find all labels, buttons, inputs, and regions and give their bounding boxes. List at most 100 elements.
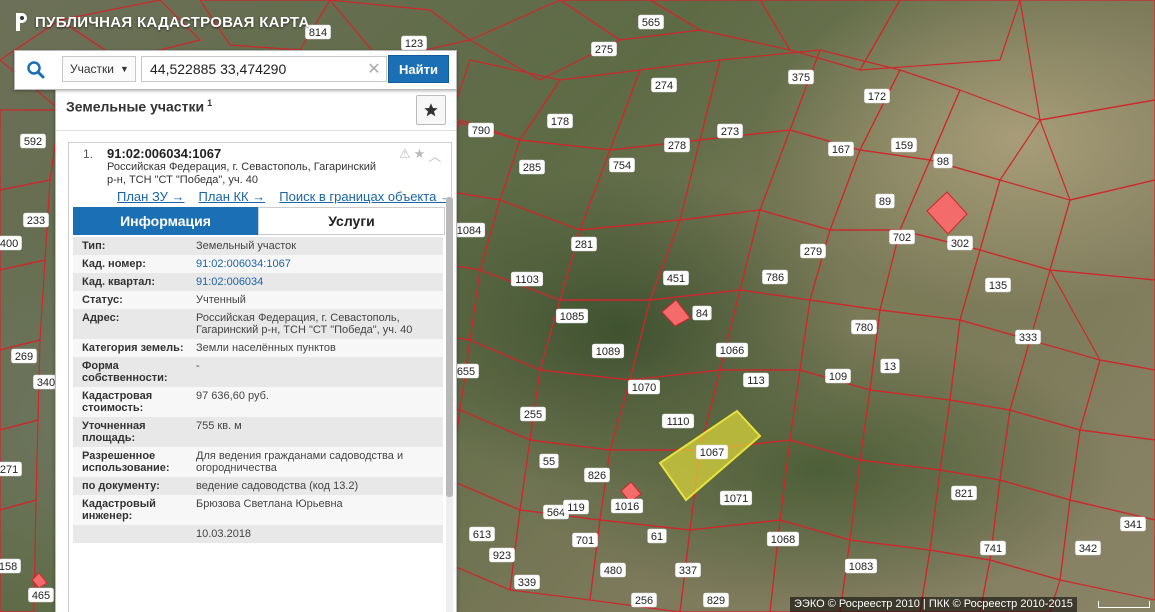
parcel-number-label: 339 (514, 574, 540, 590)
search-type-select[interactable]: Участки ▼ (62, 56, 136, 82)
search-in-bounds-link[interactable]: Поиск в границах объекта → (279, 189, 453, 204)
parcel-boundary[interactable] (459, 339, 541, 441)
parcel-boundary[interactable] (989, 479, 1071, 581)
parcel-boundary[interactable] (449, 409, 531, 511)
star-icon[interactable]: ★ (414, 146, 426, 165)
find-button[interactable]: Найти (388, 55, 449, 83)
parcel-number-label: 702 (889, 229, 915, 245)
parcel-number-label: 285 (519, 159, 545, 175)
parcel-boundary[interactable] (559, 219, 681, 301)
parcel-boundary[interactable] (558, 0, 702, 41)
tab-services[interactable]: Услуги (258, 207, 445, 235)
attribute-key: Адрес: (82, 312, 120, 324)
parcel-number-text: 1067 (700, 447, 724, 459)
search-icon[interactable] (15, 51, 57, 89)
parcel-number-text: 821 (955, 488, 973, 500)
logo-icon (13, 11, 29, 33)
parcel-boundary[interactable] (579, 139, 701, 231)
parcel-boundary[interactable] (468, 0, 622, 81)
parcel-number-text: 400 (0, 238, 18, 250)
parcel-boundary[interactable] (759, 0, 901, 71)
parcel-boundary[interactable] (1039, 99, 1155, 201)
parcel-number-label: 1066 (715, 342, 749, 358)
chevron-up-icon[interactable]: ︿ (428, 146, 441, 165)
parcel-number-text: 159 (895, 140, 913, 152)
parcel-number-text: 592 (24, 136, 42, 148)
parcel-boundary[interactable] (1059, 499, 1155, 601)
parcel-boundary[interactable] (0, 109, 61, 191)
attribute-value: Брюзова Светлана Юрьевна (196, 498, 343, 510)
search-input[interactable]: 44,522885 33,474290 (141, 56, 387, 82)
parcel-boundary[interactable] (789, 369, 871, 461)
parcel-number-text: 786 (766, 272, 784, 284)
attribute-row: Кадастровая стоимость: 97 636,60 руб. (73, 387, 443, 417)
parcel-boundary[interactable] (1009, 339, 1101, 431)
parcel-boundary[interactable] (1049, 179, 1155, 281)
parcel-number-label: 923 (489, 547, 515, 563)
parcel-boundary[interactable] (959, 249, 1051, 341)
app-title: ПУБЛИЧНАЯ КАДАСТРОВАЯ КАРТА (35, 13, 310, 31)
parcel-boundary[interactable] (609, 59, 721, 151)
parcel-number-label: 278 (664, 137, 690, 153)
parcel-boundary[interactable] (809, 229, 901, 311)
parcel-boundary[interactable] (849, 459, 941, 551)
parcel-number-text: 178 (551, 116, 569, 128)
parcel-boundary[interactable] (779, 439, 861, 541)
parcel-number-label: 337 (675, 562, 701, 578)
parcel-boundary[interactable] (829, 149, 931, 231)
parcel-number-label: 1067 (695, 444, 729, 460)
parcel-number-text: 741 (984, 543, 1002, 555)
parcel-number-text: 780 (855, 322, 873, 334)
parcel-number-label: 302 (947, 235, 973, 251)
parcel-number-text: 1071 (724, 493, 748, 505)
parcel-boundary[interactable] (648, 0, 792, 51)
parcel-boundary[interactable] (499, 139, 611, 231)
parcel-boundary[interactable] (629, 289, 741, 381)
parcel-number-label: 61 (647, 528, 667, 544)
attribute-table: Тип: Земельный участок Кад. номер: 91:02:00… (73, 237, 443, 543)
attribute-value[interactable]: 91:02:006034:1067 (196, 258, 443, 270)
scrollbar-thumb[interactable] (446, 197, 453, 497)
parcel-boundary[interactable] (999, 409, 1081, 501)
tab-information[interactable]: Информация (73, 207, 258, 235)
parcel-number-label: 84 (692, 305, 712, 321)
scrollbar[interactable] (446, 197, 453, 612)
parcel-boundary[interactable] (719, 289, 811, 371)
plan-zu-link[interactable]: План ЗУ → (117, 189, 185, 204)
result-card[interactable]: 1. 91:02:006034:1067 Российская Федераци… (68, 142, 453, 612)
parcel-boundary[interactable] (858, 0, 1021, 71)
parcel-boundary[interactable] (869, 309, 961, 401)
parcel-number-label: 178 (547, 113, 573, 129)
parcel-boundary[interactable] (1069, 429, 1155, 521)
parcel-number-text: 89 (879, 196, 891, 208)
brand: ПУБЛИЧНАЯ КАДАСТРОВАЯ КАРТА (13, 11, 310, 33)
parcel-number-text: 1066 (720, 345, 744, 357)
favorite-button[interactable] (416, 95, 446, 125)
parcel-number-text: 333 (1019, 332, 1037, 344)
attribute-key: Кадастровый инженер: (82, 498, 156, 522)
clear-icon[interactable]: ✕ (364, 56, 384, 82)
parcel-number-text: 55 (543, 456, 555, 468)
parcel-boundary[interactable] (518, 69, 641, 151)
parcel-boundary[interactable] (1019, 0, 1155, 121)
parcel-boundary[interactable] (649, 209, 761, 301)
parcel-boundary[interactable] (0, 259, 46, 351)
parcel-number-label: 655 (453, 363, 479, 379)
parcel-boundary[interactable] (1048, 269, 1155, 371)
parcel-number-label: 275 (591, 41, 617, 57)
parcel-number-text: 754 (613, 160, 631, 172)
parcel-number-label: 1070 (627, 379, 661, 395)
chevron-down-icon: ▼ (120, 64, 129, 74)
parcel-boundary[interactable] (979, 179, 1071, 271)
parcel-boundary[interactable] (449, 59, 561, 141)
warning-icon[interactable]: ⚠ (399, 146, 411, 165)
parcel-boundary[interactable] (939, 399, 1011, 481)
parcel-boundary[interactable] (1079, 359, 1155, 441)
attribute-value[interactable]: 91:02:006034 (196, 276, 443, 288)
attribute-row: Кадастровый инженер: Брюзова Светлана Юрь… (73, 495, 443, 525)
parcel-number-label: 333 (1015, 329, 1041, 345)
card-actions: ⚠ ★ ︿ (399, 146, 441, 165)
plan-kk-link[interactable]: План КК → (199, 189, 266, 204)
parcel-boundary[interactable] (859, 389, 951, 471)
parcel-number-text: 278 (668, 140, 686, 152)
